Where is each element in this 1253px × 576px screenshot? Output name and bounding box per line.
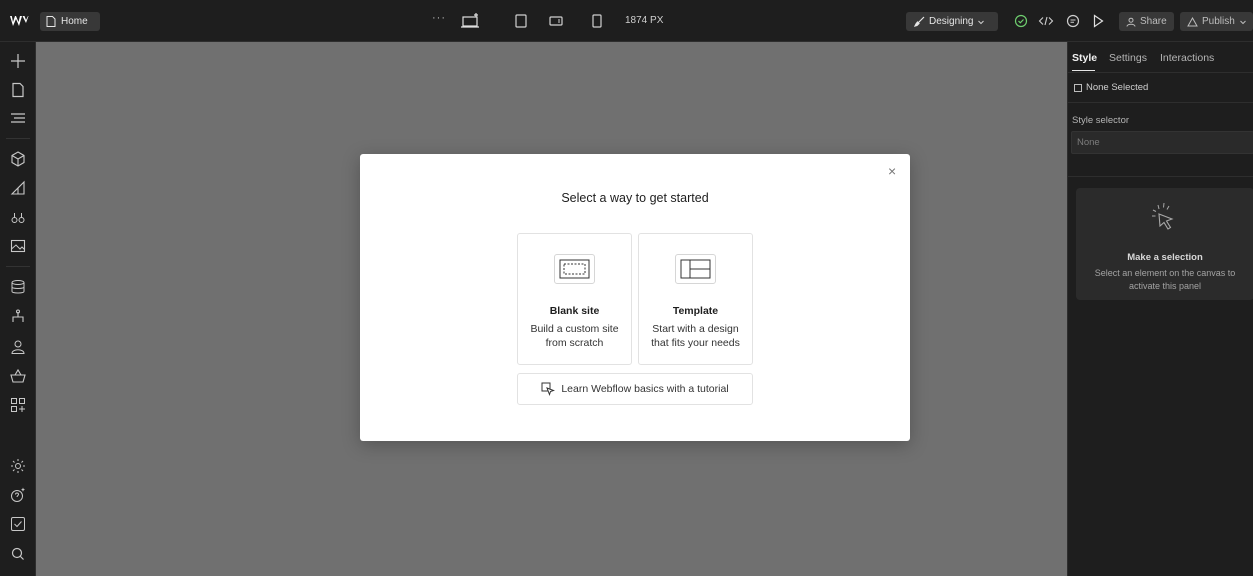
publish-button[interactable]: Publish bbox=[1180, 12, 1253, 31]
tab-style[interactable]: Style bbox=[1072, 52, 1097, 64]
tutorial-button[interactable]: Learn Webflow basics with a tutorial bbox=[517, 373, 753, 405]
style-selector-label: Style selector bbox=[1072, 115, 1130, 126]
designing-mode-button[interactable]: Designing bbox=[906, 12, 998, 31]
cursor-click-icon bbox=[1144, 198, 1186, 240]
left-sidebar bbox=[0, 42, 36, 576]
ecommerce-icon[interactable] bbox=[9, 367, 27, 385]
blank-site-title: Blank site bbox=[549, 305, 600, 317]
blank-site-description: Build a custom site from scratch bbox=[518, 322, 631, 350]
sidebar-divider bbox=[6, 266, 30, 267]
template-desc-line: that fits your needs bbox=[651, 337, 740, 349]
help-icon[interactable] bbox=[9, 486, 27, 504]
make-selection-card: Make a selection Select an element on th… bbox=[1076, 188, 1253, 300]
share-label: Share bbox=[1140, 16, 1167, 27]
assets-icon[interactable] bbox=[9, 237, 27, 255]
make-selection-title: Make a selection bbox=[1127, 252, 1203, 263]
top-bar: Home ··· 1874 PX Designing Share Publish bbox=[0, 0, 1253, 42]
mobile-landscape-breakpoint-icon[interactable] bbox=[547, 12, 565, 30]
element-square-icon bbox=[1074, 83, 1082, 92]
webflow-logo-icon[interactable] bbox=[9, 13, 29, 29]
pages-icon[interactable] bbox=[9, 81, 27, 99]
panel-divider bbox=[1068, 72, 1253, 73]
blank-site-desc-line: from scratch bbox=[545, 337, 604, 349]
get-started-modal: × Select a way to get started Blank site… bbox=[360, 154, 910, 441]
settings-icon[interactable] bbox=[9, 457, 27, 475]
user-icon bbox=[1126, 17, 1136, 27]
rocket-icon bbox=[1187, 16, 1198, 26]
preview-play-icon[interactable] bbox=[1089, 12, 1107, 30]
selection-indicator: None Selected bbox=[1074, 82, 1148, 93]
check-circle-icon[interactable] bbox=[1012, 12, 1030, 30]
page-selector-label: Home bbox=[61, 16, 88, 27]
audit-icon[interactable] bbox=[9, 515, 27, 533]
template-title: Template bbox=[672, 305, 719, 317]
make-selection-description: Select an element on the canvas to activ… bbox=[1094, 268, 1236, 291]
panel-divider bbox=[1068, 176, 1253, 177]
mobile-portrait-breakpoint-icon[interactable] bbox=[588, 12, 606, 30]
blank-site-icon bbox=[554, 254, 595, 284]
sidebar-divider bbox=[6, 138, 30, 139]
designing-mode-label: Designing bbox=[929, 16, 974, 27]
page-icon bbox=[46, 16, 56, 27]
template-desc-line: Start with a design bbox=[652, 323, 739, 335]
share-button[interactable]: Share bbox=[1119, 12, 1174, 31]
active-tab-indicator bbox=[1072, 70, 1095, 71]
desktop-breakpoint-icon[interactable] bbox=[461, 12, 479, 30]
chevron-down-icon bbox=[1239, 20, 1246, 24]
apps-icon[interactable] bbox=[9, 396, 27, 414]
panel-divider bbox=[1068, 102, 1253, 103]
code-icon[interactable] bbox=[1037, 12, 1055, 30]
logic-icon[interactable] bbox=[9, 308, 27, 326]
users-icon[interactable] bbox=[9, 338, 27, 356]
template-icon bbox=[675, 254, 716, 284]
template-description: Start with a design that fits your needs bbox=[639, 322, 752, 350]
more-options-button[interactable]: ··· bbox=[432, 12, 446, 24]
navigator-icon[interactable] bbox=[9, 109, 27, 127]
search-icon[interactable] bbox=[9, 545, 27, 563]
tutorial-cursor-icon bbox=[541, 382, 556, 396]
styles-icon[interactable] bbox=[9, 179, 27, 197]
components-icon[interactable] bbox=[9, 150, 27, 168]
page-selector-button[interactable]: Home bbox=[40, 12, 100, 31]
close-icon[interactable]: × bbox=[888, 163, 896, 179]
brush-icon bbox=[914, 16, 925, 27]
blank-site-desc-line: Build a custom site bbox=[530, 323, 619, 335]
tab-interactions[interactable]: Interactions bbox=[1160, 52, 1214, 64]
chevron-down-icon bbox=[978, 20, 985, 24]
style-selector-input[interactable]: None bbox=[1071, 131, 1253, 154]
tutorial-label: Learn Webflow basics with a tutorial bbox=[561, 383, 729, 395]
tab-settings[interactable]: Settings bbox=[1109, 52, 1147, 64]
blank-site-option[interactable]: Blank site Build a custom site from scra… bbox=[517, 233, 632, 365]
add-icon[interactable] bbox=[9, 52, 27, 70]
viewport-width-readout: 1874 PX bbox=[625, 15, 664, 26]
cms-icon[interactable] bbox=[9, 278, 27, 296]
template-option[interactable]: Template Start with a design that fits y… bbox=[638, 233, 753, 365]
publish-label: Publish bbox=[1202, 16, 1235, 27]
modal-title: Select a way to get started bbox=[561, 191, 709, 205]
none-selected-label: None Selected bbox=[1086, 82, 1149, 93]
comments-icon[interactable] bbox=[1064, 12, 1082, 30]
right-panel: Style Settings Interactions None Selecte… bbox=[1067, 42, 1253, 576]
variables-icon[interactable] bbox=[9, 208, 27, 226]
tablet-breakpoint-icon[interactable] bbox=[512, 12, 530, 30]
